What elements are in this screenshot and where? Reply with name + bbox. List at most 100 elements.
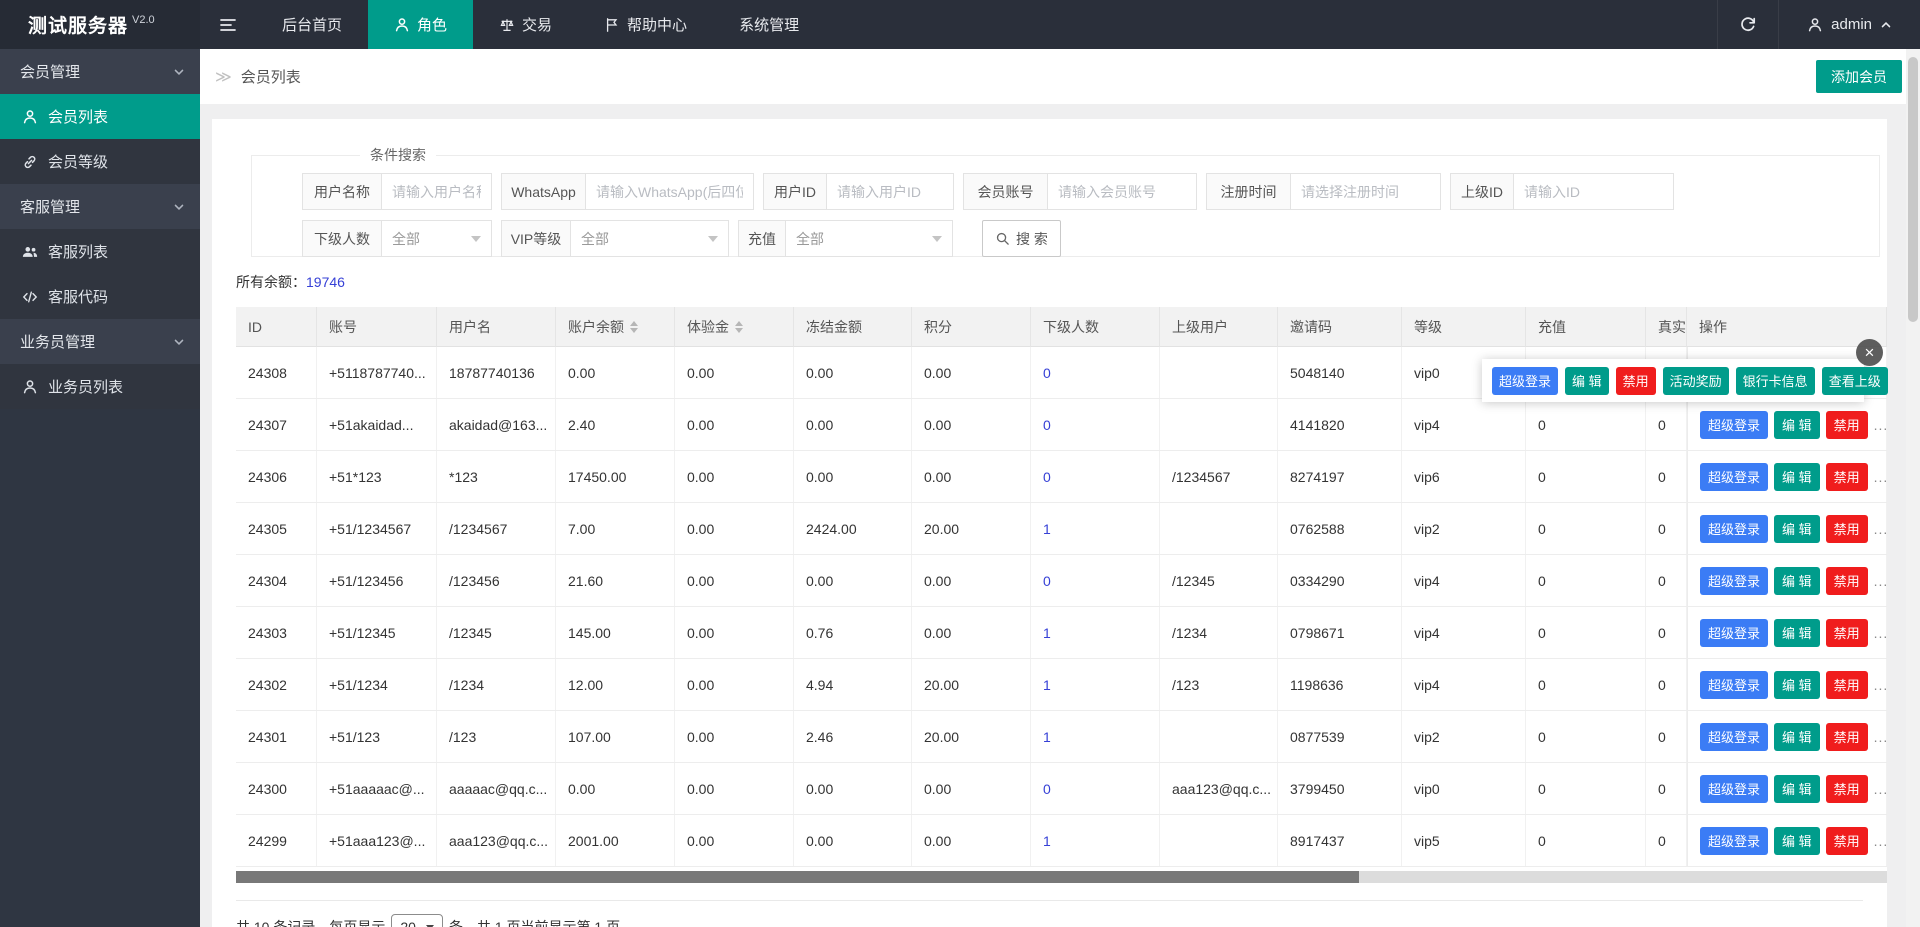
super-login-button[interactable]: 超级登录 bbox=[1700, 619, 1768, 647]
disable-button[interactable]: 禁用 bbox=[1616, 367, 1656, 395]
activity-reward-button[interactable]: 活动奖励 bbox=[1663, 367, 1729, 395]
sidebar-item[interactable]: 客服代码 bbox=[0, 274, 200, 319]
cell-id: 24308 bbox=[236, 347, 317, 398]
refresh-button[interactable] bbox=[1717, 0, 1779, 49]
super-login-button[interactable]: 超级登录 bbox=[1700, 775, 1768, 803]
more-actions-button[interactable]: ... bbox=[1874, 417, 1887, 433]
field-input[interactable] bbox=[1048, 173, 1197, 210]
super-login-button[interactable]: 超级登录 bbox=[1700, 671, 1768, 699]
field-input[interactable] bbox=[1291, 173, 1441, 210]
column-label: 真实 bbox=[1658, 317, 1686, 337]
sidebar-section-header[interactable]: 业务员管理 bbox=[0, 319, 200, 364]
field-input[interactable] bbox=[827, 173, 954, 210]
more-actions-button[interactable]: ... bbox=[1874, 573, 1887, 589]
pagination: 共 10 条记录，每页显示 20 条，共 1 页当前显示第 1 页。 bbox=[236, 914, 1887, 927]
disable-button[interactable]: 禁用 bbox=[1826, 723, 1868, 751]
user-menu[interactable]: admin bbox=[1779, 0, 1920, 49]
field-select[interactable]: 全部 bbox=[786, 220, 953, 257]
subordinates-link[interactable]: 0 bbox=[1043, 469, 1051, 485]
top-menu-item[interactable]: 交易 bbox=[473, 0, 578, 49]
subordinates-link[interactable]: 0 bbox=[1043, 417, 1051, 433]
field-input[interactable] bbox=[586, 173, 754, 210]
edit-button[interactable]: 编 辑 bbox=[1774, 827, 1820, 855]
top-menu-item[interactable]: 后台首页 bbox=[256, 0, 368, 49]
super-login-button[interactable]: 超级登录 bbox=[1700, 463, 1768, 491]
vertical-scrollbar-thumb[interactable] bbox=[1908, 57, 1918, 322]
field-input[interactable] bbox=[382, 173, 492, 210]
subordinates-link[interactable]: 1 bbox=[1043, 521, 1051, 537]
per-page-select[interactable]: 20 bbox=[391, 914, 443, 927]
balance-summary-value[interactable]: 19746 bbox=[306, 274, 345, 290]
edit-button[interactable]: 编 辑 bbox=[1774, 567, 1820, 595]
disable-button[interactable]: 禁用 bbox=[1826, 619, 1868, 647]
edit-button[interactable]: 编 辑 bbox=[1774, 775, 1820, 803]
field-input[interactable] bbox=[1514, 173, 1674, 210]
horizontal-scrollbar[interactable] bbox=[236, 871, 1887, 883]
disable-button[interactable]: 禁用 bbox=[1826, 411, 1868, 439]
column-label: 用户名 bbox=[449, 317, 491, 337]
super-login-button[interactable]: 超级登录 bbox=[1700, 411, 1768, 439]
sidebar-item[interactable]: 客服列表 bbox=[0, 229, 200, 274]
edit-button[interactable]: 编 辑 bbox=[1774, 671, 1820, 699]
disable-button[interactable]: 禁用 bbox=[1826, 775, 1868, 803]
super-login-button[interactable]: 超级登录 bbox=[1700, 723, 1768, 751]
more-actions-button[interactable]: ... bbox=[1874, 729, 1887, 745]
sidebar-section-header[interactable]: 会员管理 bbox=[0, 49, 200, 94]
sidebar-section-label: 客服管理 bbox=[20, 196, 80, 217]
subordinates-link[interactable]: 0 bbox=[1043, 781, 1051, 797]
column-header[interactable]: 体验金 bbox=[675, 307, 794, 347]
vertical-scrollbar[interactable] bbox=[1906, 49, 1920, 927]
subordinates-link[interactable]: 1 bbox=[1043, 625, 1051, 641]
sidebar-section-header[interactable]: 客服管理 bbox=[0, 184, 200, 229]
column-header[interactable]: 账户余额 bbox=[556, 307, 675, 347]
more-actions-button[interactable]: ... bbox=[1874, 833, 1887, 849]
super-login-button[interactable]: 超级登录 bbox=[1700, 827, 1768, 855]
horizontal-scrollbar-thumb[interactable] bbox=[236, 871, 1359, 883]
edit-button[interactable]: 编 辑 bbox=[1774, 723, 1820, 751]
more-actions-button[interactable]: ... bbox=[1874, 677, 1887, 693]
edit-button[interactable]: 编 辑 bbox=[1774, 463, 1820, 491]
subordinates-link[interactable]: 1 bbox=[1043, 729, 1051, 745]
subordinates-link[interactable]: 1 bbox=[1043, 833, 1051, 849]
bank-card-info-button[interactable]: 银行卡信息 bbox=[1736, 367, 1815, 395]
edit-button[interactable]: 编 辑 bbox=[1774, 515, 1820, 543]
subordinates-link[interactable]: 1 bbox=[1043, 677, 1051, 693]
more-actions-button[interactable]: ... bbox=[1874, 781, 1887, 797]
disable-button[interactable]: 禁用 bbox=[1826, 515, 1868, 543]
super-login-button[interactable]: 超级登录 bbox=[1700, 515, 1768, 543]
sort-icon[interactable] bbox=[735, 321, 743, 333]
top-menu-item[interactable]: 角色 bbox=[368, 0, 473, 49]
top-menu-item[interactable]: 帮助中心 bbox=[578, 0, 713, 49]
column-label: 冻结金额 bbox=[806, 317, 862, 337]
edit-button[interactable]: 编 辑 bbox=[1774, 619, 1820, 647]
field-select[interactable]: 全部 bbox=[571, 220, 729, 257]
close-icon[interactable]: × bbox=[1856, 339, 1883, 366]
disable-button[interactable]: 禁用 bbox=[1826, 827, 1868, 855]
disable-button[interactable]: 禁用 bbox=[1826, 671, 1868, 699]
disable-button[interactable]: 禁用 bbox=[1826, 463, 1868, 491]
cell-level: vip6 bbox=[1402, 451, 1526, 502]
sort-icon[interactable] bbox=[630, 321, 638, 333]
edit-button[interactable]: 编 辑 bbox=[1774, 411, 1820, 439]
top-menu-item[interactable]: 系统管理 bbox=[713, 0, 825, 49]
sidebar-item[interactable]: 会员列表 bbox=[0, 94, 200, 139]
cell-balance: 2.40 bbox=[556, 399, 675, 450]
search-button[interactable]: 搜 索 bbox=[982, 220, 1061, 257]
cell-balance: 0.00 bbox=[556, 347, 675, 398]
subordinates-link[interactable]: 0 bbox=[1043, 365, 1051, 381]
disable-button[interactable]: 禁用 bbox=[1826, 567, 1868, 595]
more-actions-button[interactable]: ... bbox=[1874, 625, 1887, 641]
select-value: 全部 bbox=[796, 229, 824, 249]
more-actions-button[interactable]: ... bbox=[1874, 521, 1887, 537]
field-select[interactable]: 全部 bbox=[382, 220, 492, 257]
view-parent-button[interactable]: 查看上级 bbox=[1822, 367, 1888, 395]
super-login-button[interactable]: 超级登录 bbox=[1700, 567, 1768, 595]
sidebar-item[interactable]: 业务员列表 bbox=[0, 364, 200, 409]
super-login-button[interactable]: 超级登录 bbox=[1492, 367, 1558, 395]
subordinates-link[interactable]: 0 bbox=[1043, 573, 1051, 589]
add-member-button[interactable]: 添加会员 bbox=[1816, 60, 1902, 93]
edit-button[interactable]: 编 辑 bbox=[1565, 367, 1609, 395]
sidebar-item[interactable]: 会员等级 bbox=[0, 139, 200, 184]
sidebar-toggle-button[interactable] bbox=[200, 0, 256, 49]
more-actions-button[interactable]: ... bbox=[1874, 469, 1887, 485]
